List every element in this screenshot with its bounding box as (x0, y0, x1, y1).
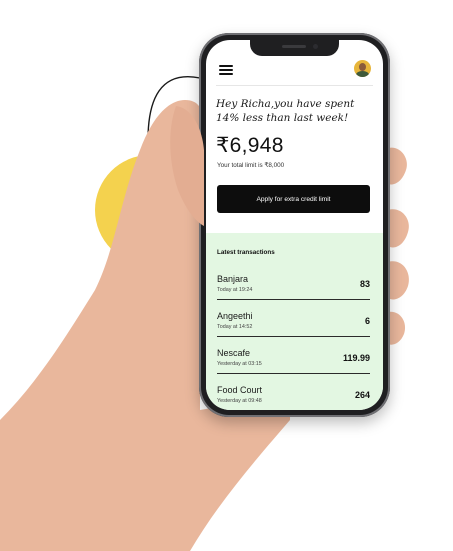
total-limit-text: Your total limit is ₹8,000 (217, 162, 285, 169)
transaction-row[interactable]: Banjara Today at 19:24 83 (217, 274, 370, 310)
finger-1 (388, 147, 407, 185)
profile-avatar[interactable] (354, 60, 371, 77)
transaction-time: Yesterday at 09:48 (217, 398, 262, 404)
transaction-merchant: Nescafe (217, 348, 251, 358)
transaction-row[interactable]: Nescafe Yesterday at 03:15 119.99 (217, 348, 370, 384)
avatar-face (359, 63, 366, 71)
app-screen: Hey Richa,you have spent 14% less than l… (206, 40, 383, 410)
front-camera (313, 44, 318, 49)
finger-3 (388, 261, 409, 300)
row-divider (217, 299, 370, 300)
phone-frame: Hey Richa,you have spent 14% less than l… (199, 33, 390, 417)
spending-greeting: Hey Richa,you have spent 14% less than l… (216, 97, 381, 125)
finger-2 (388, 209, 409, 248)
speaker-grille (282, 45, 306, 48)
transaction-amount: 264 (354, 390, 370, 400)
spent-amount: ₹6,948 (216, 134, 284, 157)
hamburger-menu-icon[interactable] (219, 65, 233, 75)
phone-notch (250, 40, 339, 56)
row-divider (217, 336, 370, 337)
transaction-merchant: Food Court (217, 385, 263, 395)
greeting-line-1: Hey Richa,you have spent (216, 98, 355, 110)
transaction-amount: 119.99 (342, 353, 370, 363)
transaction-time: Today at 14:52 (217, 324, 253, 330)
transaction-amount: 6 (364, 316, 370, 326)
header-divider (216, 85, 373, 86)
row-divider (217, 373, 370, 374)
scene: Hey Richa,you have spent 14% less than l… (0, 0, 453, 551)
transaction-time: Today at 19:24 (217, 287, 253, 293)
transactions-panel: Latest transactions Banjara Today at 19:… (206, 233, 383, 410)
transaction-merchant: Angeethi (217, 311, 253, 321)
finger-4 (388, 311, 406, 345)
transaction-merchant: Banjara (217, 274, 249, 284)
greeting-line-2: 14% less than last week! (216, 112, 349, 124)
transaction-row[interactable]: Food Court Yesterday at 09:48 264 (217, 385, 370, 410)
transaction-time: Yesterday at 03:15 (217, 361, 262, 367)
apply-credit-limit-button[interactable]: Apply for extra credit limit (217, 185, 370, 213)
transaction-row[interactable]: Angeethi Today at 14:52 6 (217, 311, 370, 347)
transactions-title: Latest transactions (217, 249, 275, 256)
transaction-amount: 83 (359, 279, 370, 289)
avatar-body (356, 71, 369, 77)
